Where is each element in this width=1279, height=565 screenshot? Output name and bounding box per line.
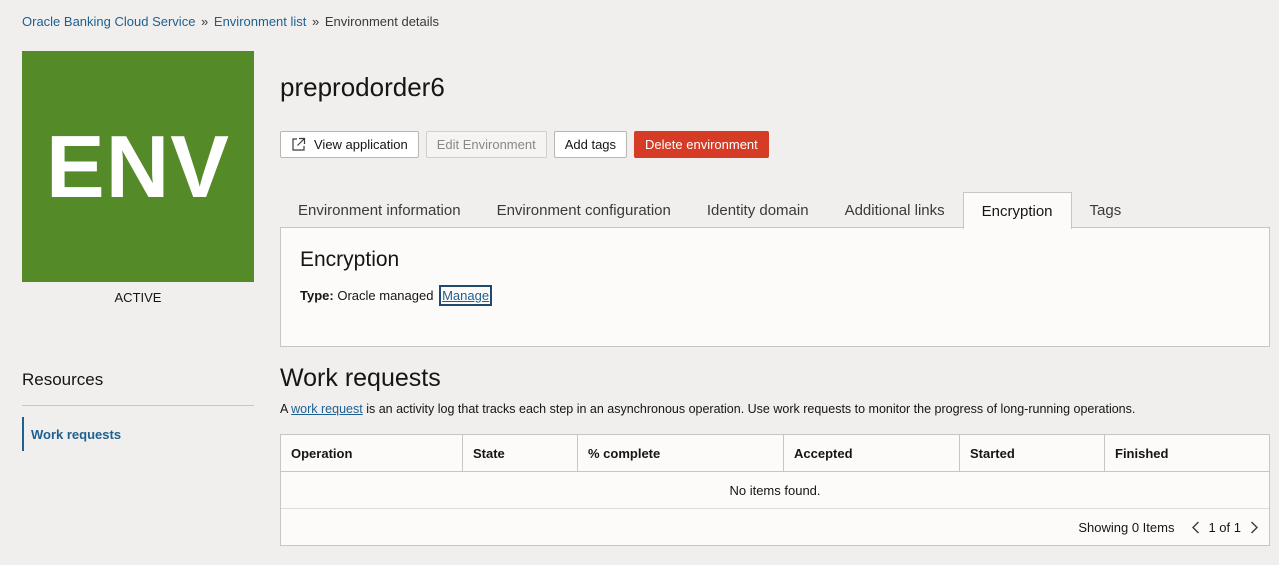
column-percent-complete[interactable]: % complete bbox=[578, 435, 784, 472]
tab-encryption[interactable]: Encryption bbox=[962, 192, 1072, 229]
environment-logo: ENV bbox=[22, 51, 254, 282]
column-accepted[interactable]: Accepted bbox=[784, 435, 960, 472]
column-state[interactable]: State bbox=[463, 435, 578, 472]
column-started[interactable]: Started bbox=[960, 435, 1105, 472]
desc-prefix: A bbox=[280, 402, 288, 416]
view-application-label: View application bbox=[314, 137, 408, 152]
encryption-type: Type: Oracle managed Manage bbox=[300, 285, 493, 306]
table-header: Operation State % complete Accepted Star… bbox=[281, 435, 1269, 472]
work-request-link[interactable]: work request bbox=[291, 402, 363, 416]
pagination: 1 of 1 bbox=[1188, 520, 1261, 535]
chevron-right-icon[interactable] bbox=[1247, 521, 1261, 534]
resources-divider bbox=[22, 405, 254, 406]
desc-suffix: is an activity log that tracks each step… bbox=[366, 402, 1136, 416]
empty-state: No items found. bbox=[281, 472, 1269, 509]
view-application-button[interactable]: View application bbox=[280, 131, 419, 158]
column-finished[interactable]: Finished bbox=[1105, 435, 1269, 472]
external-link-icon bbox=[291, 137, 306, 152]
resources-title: Resources bbox=[22, 370, 104, 389]
delete-environment-button[interactable]: Delete environment bbox=[634, 131, 769, 158]
status-label: ACTIVE bbox=[114, 290, 162, 305]
encryption-type-value: Oracle managed bbox=[337, 288, 434, 303]
tab-environment-configuration[interactable]: Environment configuration bbox=[479, 192, 689, 228]
tab-identity-domain[interactable]: Identity domain bbox=[689, 192, 827, 228]
breadcrumb-current: Environment details bbox=[324, 14, 440, 29]
action-bar: View application Edit Environment Add ta… bbox=[280, 131, 769, 158]
page-title: preprodorder6 bbox=[280, 72, 445, 102]
encryption-heading: Encryption bbox=[300, 248, 400, 271]
add-tags-button[interactable]: Add tags bbox=[553, 131, 628, 158]
breadcrumb: Oracle Banking Cloud Service » Environme… bbox=[22, 14, 439, 29]
work-requests-table: Operation State % complete Accepted Star… bbox=[280, 434, 1270, 546]
breadcrumb-oracle-banking[interactable]: Oracle Banking Cloud Service bbox=[22, 14, 195, 29]
work-requests-title: Work requests bbox=[280, 364, 441, 392]
table-footer: Showing 0 Items 1 of 1 bbox=[281, 509, 1269, 545]
breadcrumb-environment-list[interactable]: Environment list bbox=[214, 14, 306, 29]
resource-item-work-requests[interactable]: Work requests bbox=[22, 417, 202, 451]
tab-environment-information[interactable]: Environment information bbox=[280, 192, 479, 228]
encryption-panel: Encryption Type: Oracle managed Manage bbox=[280, 227, 1270, 347]
tab-additional-links[interactable]: Additional links bbox=[827, 192, 963, 228]
breadcrumb-separator: » bbox=[312, 14, 320, 29]
breadcrumb-separator: » bbox=[201, 14, 209, 29]
tab-tags[interactable]: Tags bbox=[1072, 192, 1140, 228]
chevron-left-icon[interactable] bbox=[1188, 521, 1202, 534]
showing-count: Showing 0 Items bbox=[1078, 519, 1175, 535]
edit-environment-button[interactable]: Edit Environment bbox=[425, 131, 547, 158]
work-requests-description: A work request is an activity log that t… bbox=[280, 402, 1135, 416]
tab-bar: Environment information Environment conf… bbox=[280, 192, 1140, 229]
page-indicator: 1 of 1 bbox=[1208, 519, 1241, 535]
environment-logo-text: ENV bbox=[46, 116, 230, 216]
column-operation[interactable]: Operation bbox=[281, 435, 463, 472]
manage-link[interactable]: Manage bbox=[439, 285, 493, 306]
encryption-type-label: Type: bbox=[300, 288, 334, 303]
